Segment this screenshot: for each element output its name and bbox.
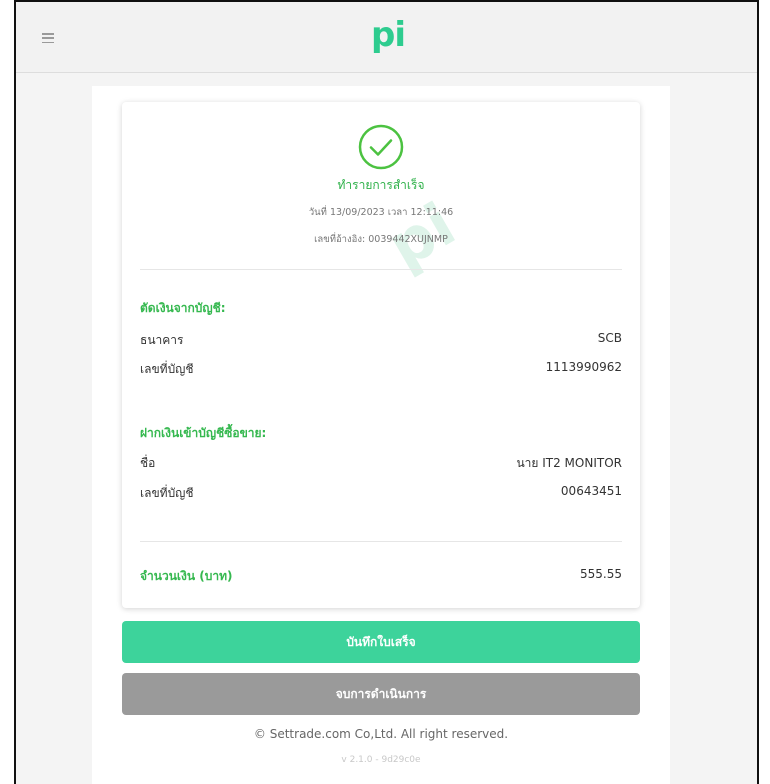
to-section-title: ฝากเงินเข้าบัญชีซื้อขาย:	[140, 426, 267, 440]
amount-value: 555.55	[580, 567, 622, 581]
to-account-label: เลขที่บัญชี	[140, 486, 194, 500]
receipt-card: pi ทำรายการสำเร็จ วันที่ 13/09/2023 เวลา…	[122, 102, 640, 608]
top-navbar: pi	[16, 0, 757, 73]
to-account-value: 00643451	[560, 484, 622, 498]
version-text: v 2.1.0 - 9d29c0e	[341, 755, 421, 765]
browser-frame: pi pi ทำรายการสำเร็จ วันที่ 13/09/2023 เ…	[14, 0, 759, 784]
end-process-button[interactable]: จบการดำเนินการ	[122, 673, 640, 715]
save-receipt-button[interactable]: บันทึกใบเสร็จ	[122, 621, 640, 663]
check-circle-icon	[358, 124, 404, 170]
reference-number: เลขที่อ้างอิง: 0039442XUJNMP	[314, 234, 448, 245]
name-value: นาย IT2 MONITOR	[516, 456, 622, 470]
main-content: pi ทำรายการสำเร็จ วันที่ 13/09/2023 เวลา…	[92, 86, 670, 784]
bank-label: ธนาคาร	[140, 333, 184, 347]
copyright-text: © Settrade.com Co,Ltd. All right reserve…	[253, 727, 509, 741]
bank-value: SCB	[597, 331, 622, 345]
from-account-value: 1113990962	[545, 360, 622, 374]
divider	[140, 541, 622, 542]
divider	[140, 269, 622, 270]
from-account-label: เลขที่บัญชี	[140, 362, 194, 376]
amount-label: จำนวนเงิน (บาท)	[140, 569, 233, 583]
status-text: ทำรายการสำเร็จ	[337, 178, 425, 192]
hamburger-icon[interactable]	[42, 33, 54, 44]
pi-logo: pi	[371, 15, 406, 55]
top-border	[16, 0, 757, 2]
name-label: ชื่อ	[140, 456, 156, 470]
from-section-title: ตัดเงินจากบัญชี:	[140, 301, 226, 315]
transaction-datetime: วันที่ 13/09/2023 เวลา 12:11:46	[308, 207, 454, 218]
